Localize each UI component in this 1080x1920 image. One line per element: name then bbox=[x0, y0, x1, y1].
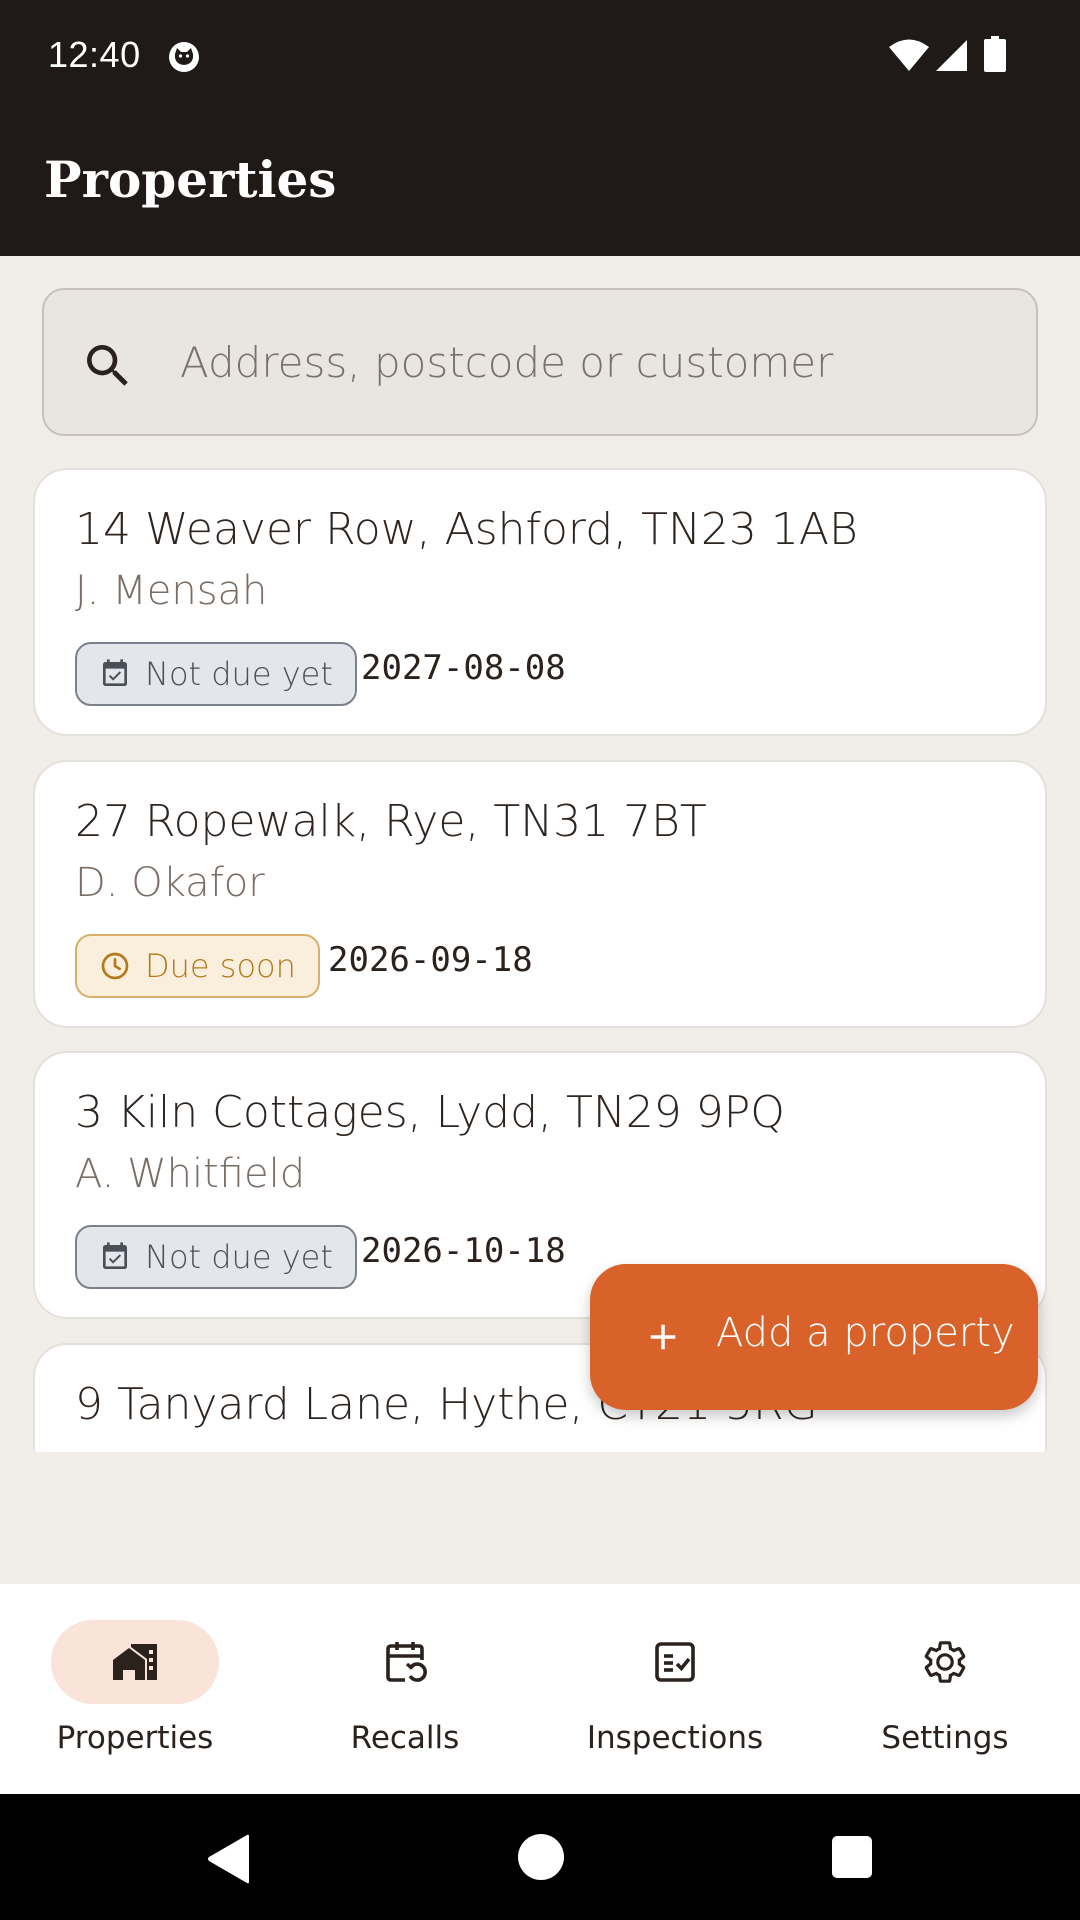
nav-label: Properties bbox=[56, 1720, 214, 1756]
property-card[interactable]: 14 Weaver Row, Ashford, TN23 1AB J. Mens… bbox=[33, 468, 1047, 736]
status-badge: Not due yet bbox=[75, 1225, 357, 1289]
wifi-icon bbox=[889, 39, 929, 71]
search-input[interactable] bbox=[180, 290, 1000, 434]
home-button[interactable] bbox=[518, 1834, 564, 1880]
property-customer: D. Okafor bbox=[75, 860, 265, 906]
nav-label: Recalls bbox=[350, 1720, 460, 1756]
nav-item-recalls[interactable]: Recalls bbox=[270, 1584, 540, 1794]
search-icon bbox=[87, 345, 128, 386]
nav-item-inspections[interactable]: Inspections bbox=[540, 1584, 810, 1794]
search-box[interactable] bbox=[42, 288, 1038, 436]
property-address: 3 Kiln Cottages, Lydd, TN29 9PQ bbox=[75, 1087, 785, 1138]
recall-date: 2026-10-18 bbox=[361, 1231, 566, 1271]
app-bar: Properties bbox=[0, 112, 1080, 256]
event-available-icon bbox=[103, 1242, 127, 1269]
gear-icon bbox=[924, 1641, 966, 1683]
property-customer: J. Mensah bbox=[75, 568, 268, 614]
event-available-icon bbox=[103, 659, 127, 686]
status-badge: Due soon bbox=[75, 934, 320, 998]
property-address: 27 Ropewalk, Rye, TN31 7BT bbox=[75, 796, 707, 847]
status-label: Not due yet bbox=[145, 655, 333, 693]
nav-label: Settings bbox=[881, 1720, 1009, 1756]
property-card[interactable]: 27 Ropewalk, Rye, TN31 7BT D. Okafor Due… bbox=[33, 760, 1047, 1028]
recall-date: 2026-09-18 bbox=[328, 940, 533, 980]
status-time: 12:40 bbox=[48, 34, 141, 75]
status-badge: Not due yet bbox=[75, 642, 357, 706]
battery-icon bbox=[984, 36, 1006, 72]
page-title: Properties bbox=[44, 150, 337, 209]
calendar-recall-icon bbox=[386, 1642, 427, 1682]
nav-item-properties[interactable]: Properties bbox=[0, 1584, 270, 1794]
back-icon[interactable] bbox=[205, 1834, 253, 1884]
add-property-button[interactable]: Add a property bbox=[590, 1264, 1038, 1410]
status-bar: 12:40 bbox=[0, 0, 1080, 112]
plus-icon bbox=[650, 1324, 676, 1350]
add-property-label: Add a property bbox=[716, 1310, 1015, 1356]
signal-icon bbox=[936, 40, 967, 71]
bottom-navigation: Properties Recalls Inspections Settings bbox=[0, 1584, 1080, 1794]
recall-date: 2027-08-08 bbox=[361, 648, 566, 688]
property-address: 14 Weaver Row, Ashford, TN23 1AB bbox=[75, 504, 858, 555]
property-customer: A. Whitfield bbox=[75, 1151, 306, 1197]
home-work-icon bbox=[113, 1644, 157, 1680]
nav-item-settings[interactable]: Settings bbox=[810, 1584, 1080, 1794]
clock-icon bbox=[101, 952, 129, 980]
system-navigation-bar bbox=[0, 1794, 1080, 1920]
recents-button[interactable] bbox=[832, 1836, 872, 1878]
status-label: Not due yet bbox=[145, 1238, 333, 1276]
nav-label: Inspections bbox=[586, 1720, 764, 1756]
status-label: Due soon bbox=[145, 947, 296, 985]
checklist-icon bbox=[655, 1642, 695, 1682]
cat-notification-icon bbox=[169, 42, 199, 72]
